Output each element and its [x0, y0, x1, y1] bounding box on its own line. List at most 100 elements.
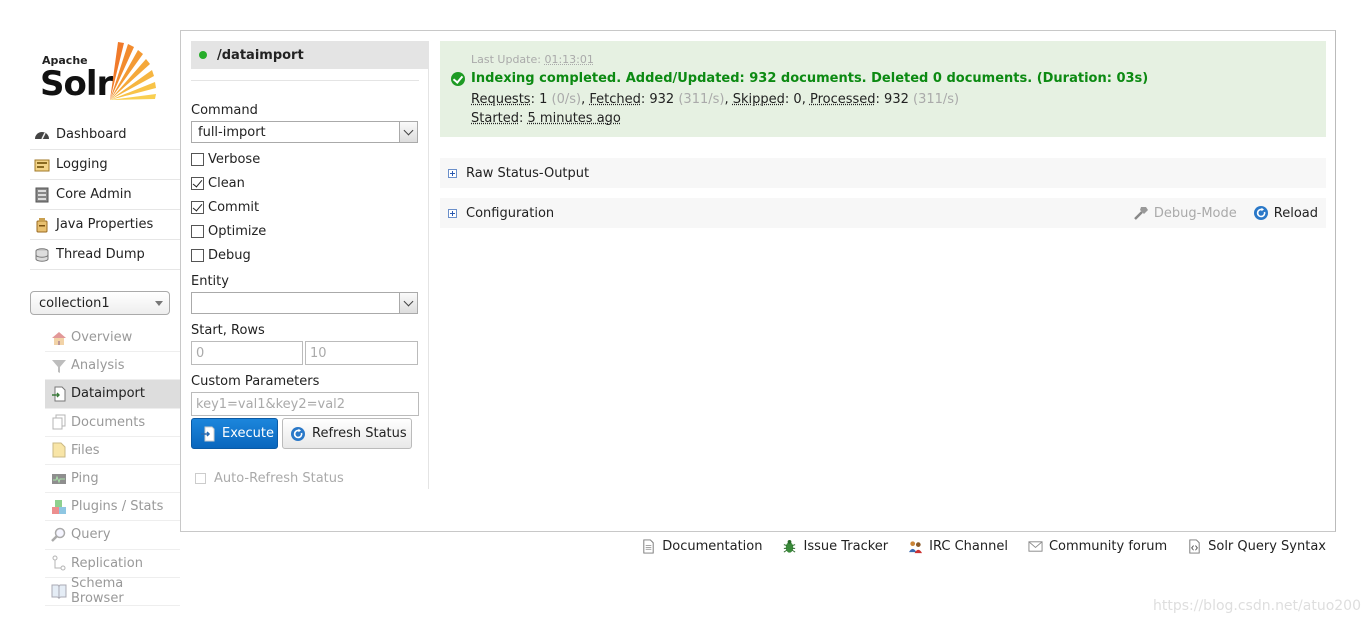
query-icon: [51, 527, 66, 542]
requests-label: Requests: [471, 92, 531, 107]
configuration-actions: Debug-Mode Reload: [1133, 198, 1318, 228]
footer-link-label: Solr Query Syntax: [1208, 538, 1326, 554]
watermark: https://blog.csdn.net/atuo200: [1153, 598, 1361, 614]
footer-irc-channel-link[interactable]: IRC Channel: [908, 539, 1008, 554]
footer-issue-tracker-link[interactable]: Issue Tracker: [782, 539, 888, 554]
footer-link-label: Documentation: [662, 538, 763, 554]
auto-refresh-label: Auto-Refresh Status: [214, 471, 344, 486]
chevron-down-icon: [399, 122, 417, 142]
thread-dump-icon: [35, 247, 49, 262]
import-status-box: Last Update: 01:13:01 Indexing completed…: [440, 41, 1326, 137]
footer-link-label: IRC Channel: [929, 538, 1008, 554]
optimize-checkbox-row[interactable]: Optimize: [191, 224, 266, 239]
debug-label: Debug: [208, 248, 251, 263]
nav-item-logging[interactable]: Logging: [30, 150, 180, 180]
commit-checkbox-row[interactable]: Commit: [191, 200, 259, 215]
reload-button[interactable]: Reload: [1253, 205, 1318, 221]
core-item-files[interactable]: Files: [45, 437, 180, 465]
core-item-label: Files: [71, 442, 100, 458]
requests-rate: (0/s): [551, 92, 582, 107]
refresh-icon: [291, 426, 305, 441]
main-nav: Dashboard Logging Core Admin Java Proper…: [30, 120, 180, 270]
custom-parameters-input[interactable]: [191, 392, 419, 416]
core-item-dataimport[interactable]: Dataimport: [45, 380, 180, 409]
configuration-label: Configuration: [466, 205, 555, 221]
started: Started: 5 minutes ago: [471, 111, 621, 126]
core-item-label: Replication: [71, 555, 143, 571]
debug-checkbox-row[interactable]: Debug: [191, 248, 251, 263]
start-rows-label: Start, Rows: [191, 323, 265, 338]
footer-community-forum-link[interactable]: Community forum: [1028, 539, 1167, 554]
core-item-label: Ping: [71, 471, 99, 487]
replication-icon: [52, 555, 66, 571]
fetched-rate: (311/s): [678, 92, 725, 107]
nav-item-java-properties[interactable]: Java Properties: [30, 210, 180, 240]
last-update: Last Update: 01:13:01: [471, 53, 594, 66]
core-item-replication[interactable]: Replication: [45, 550, 180, 578]
skipped-value: 0: [793, 92, 802, 107]
core-selector[interactable]: collection1: [30, 291, 170, 315]
auto-refresh-toggle[interactable]: Auto-Refresh Status: [195, 471, 344, 486]
core-item-overview[interactable]: Overview: [45, 324, 180, 353]
status-message: Indexing completed. Added/Updated: 932 d…: [451, 71, 1148, 86]
reload-icon: [1253, 206, 1268, 220]
expand-plus-icon: [448, 168, 457, 178]
core-item-ping[interactable]: Ping: [45, 465, 180, 494]
command-select-value: full-import: [198, 124, 266, 140]
clean-checkbox-row[interactable]: Clean: [191, 176, 245, 191]
execute-icon: [201, 426, 215, 441]
clean-checkbox[interactable]: [191, 177, 204, 190]
custom-parameters-label: Custom Parameters: [191, 374, 320, 389]
core-item-documents[interactable]: Documents: [45, 409, 180, 437]
core-item-label: Schema Browser: [70, 576, 124, 607]
nav-item-core-admin[interactable]: Core Admin: [30, 180, 180, 210]
core-item-label: Analysis: [71, 358, 125, 374]
footer-solr-query-syntax-link[interactable]: Solr Query Syntax: [1187, 539, 1326, 554]
commit-checkbox[interactable]: [191, 201, 204, 214]
reload-label: Reload: [1273, 205, 1318, 221]
handler-name: /dataimport: [217, 47, 304, 63]
debug-mode-button[interactable]: Debug-Mode: [1133, 205, 1237, 221]
raw-status-output-label: Raw Status-Output: [466, 165, 590, 181]
last-update-value: 01:13:01: [544, 53, 594, 66]
expand-plus-icon: [448, 208, 457, 218]
core-item-query[interactable]: Query: [45, 521, 180, 550]
optimize-checkbox[interactable]: [191, 225, 204, 238]
files-icon: [52, 442, 66, 458]
execute-button[interactable]: Execute: [191, 418, 278, 449]
schema-browser-icon: [51, 584, 67, 600]
fetched-value: 932: [649, 92, 675, 107]
solr-logo[interactable]: Apache Solr: [38, 38, 163, 104]
core-item-plugins-stats[interactable]: Plugins / Stats: [45, 493, 180, 522]
refresh-status-label: Refresh Status: [312, 426, 407, 441]
documents-icon: [52, 414, 66, 430]
core-item-schema-browser[interactable]: Schema Browser: [45, 576, 180, 607]
irc-icon: [909, 540, 923, 553]
processed-rate: (311/s): [913, 92, 960, 107]
plugins-icon: [52, 499, 66, 514]
nav-item-dashboard[interactable]: Dashboard: [30, 120, 180, 150]
rows-input[interactable]: [305, 341, 418, 365]
dashboard-icon: [35, 131, 49, 139]
nav-item-thread-dump[interactable]: Thread Dump: [30, 240, 180, 270]
raw-status-output-toggle[interactable]: Raw Status-Output: [440, 158, 1326, 188]
core-item-analysis[interactable]: Analysis: [45, 352, 180, 381]
nav-label: Java Properties: [56, 217, 154, 232]
command-select[interactable]: full-import: [191, 121, 418, 143]
footer-link-label: Issue Tracker: [803, 538, 889, 554]
configuration-toggle[interactable]: Configuration Debug-Mode Reload: [440, 198, 1326, 228]
footer-documentation-link[interactable]: Documentation: [641, 539, 762, 554]
chevron-down-icon: [155, 301, 163, 306]
auto-refresh-checkbox[interactable]: [195, 473, 206, 484]
nav-label: Core Admin: [56, 187, 132, 202]
fetched-label: Fetched: [589, 92, 641, 107]
verbose-checkbox[interactable]: [191, 153, 204, 166]
start-input[interactable]: [191, 341, 303, 365]
entity-select[interactable]: [191, 292, 418, 314]
debug-checkbox[interactable]: [191, 249, 204, 262]
footer: Documentation Issue Tracker IRC Channel …: [621, 536, 1326, 556]
requests-value: 1: [539, 92, 548, 107]
verbose-checkbox-row[interactable]: Verbose: [191, 152, 260, 167]
started-value: 5 minutes ago: [527, 111, 621, 126]
refresh-status-button[interactable]: Refresh Status: [282, 418, 412, 449]
